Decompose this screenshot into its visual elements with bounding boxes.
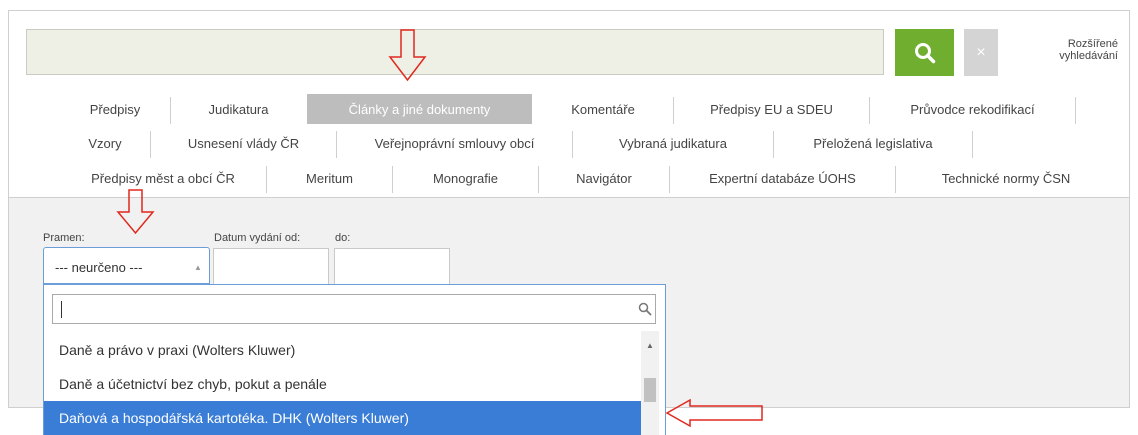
- tab-pruvodce-rekodifikaci[interactable]: Průvodce rekodifikací: [870, 94, 1075, 124]
- tab-row-2: Vzory Usnesení vlády ČR Veřejnoprávní sm…: [0, 128, 1138, 158]
- clear-button[interactable]: ×: [964, 29, 998, 76]
- tab-meritum[interactable]: Meritum: [267, 163, 392, 193]
- date-to-field[interactable]: [334, 248, 450, 289]
- dropdown-option[interactable]: Daně a právo v praxi (Wolters Kluwer): [44, 333, 641, 367]
- date-from-field[interactable]: [213, 248, 329, 289]
- tab-judikatura[interactable]: Judikatura: [171, 94, 306, 124]
- tab-predpisy[interactable]: Předpisy: [60, 94, 170, 124]
- tab-komentare[interactable]: Komentáře: [533, 94, 673, 124]
- scroll-up-icon[interactable]: ▲: [646, 341, 654, 350]
- tab-clanky-a-jine-dokumenty[interactable]: Články a jiné dokumenty: [307, 94, 532, 124]
- tab-separator: [1075, 97, 1076, 124]
- dropdown-option[interactable]: Daně a účetnictví bez chyb, pokut a pená…: [44, 367, 641, 401]
- caret-up-icon: ▲: [194, 263, 202, 272]
- source-dropdown: Daně a právo v praxi (Wolters Kluwer) Da…: [43, 284, 666, 435]
- text-cursor: [61, 301, 62, 318]
- search-input[interactable]: [26, 29, 884, 75]
- tab-predpisy-mest-a-obci-cr[interactable]: Předpisy měst a obcí ČR: [60, 163, 266, 193]
- tab-navigator[interactable]: Navigátor: [539, 163, 669, 193]
- date-to-label: do:: [335, 232, 351, 244]
- tab-usneseni-vlady-cr[interactable]: Usnesení vlády ČR: [151, 128, 336, 158]
- tab-row-1: Předpisy Judikatura Články a jiné dokume…: [0, 94, 1138, 124]
- search-icon: [914, 42, 935, 63]
- tab-row-3: Předpisy měst a obcí ČR Meritum Monograf…: [0, 163, 1138, 193]
- dropdown-option-highlighted[interactable]: Daňová a hospodářská kartotéka. DHK (Wol…: [44, 401, 641, 435]
- source-select-value: --- neurčeno ---: [55, 260, 143, 275]
- search-icon: [638, 302, 652, 316]
- source-select[interactable]: --- neurčeno --- ▲: [43, 247, 210, 284]
- scrollbar-thumb[interactable]: [644, 378, 656, 402]
- tab-technicke-normy-csn[interactable]: Technické normy ČSN: [896, 163, 1116, 193]
- tab-verejnopravni-smlouvy-obci[interactable]: Veřejnoprávní smlouvy obcí: [337, 128, 572, 158]
- tab-monografie[interactable]: Monografie: [393, 163, 538, 193]
- tab-vybrana-judikatura[interactable]: Vybraná judikatura: [573, 128, 773, 158]
- advanced-search-link[interactable]: Rozšířené vyhledávání: [1008, 38, 1118, 62]
- tab-separator: [972, 131, 973, 158]
- search-button[interactable]: [895, 29, 954, 76]
- tab-prelozena-legislativa[interactable]: Přeložená legislativa: [774, 128, 972, 158]
- dropdown-search-input[interactable]: [52, 294, 656, 324]
- tab-expertni-databaze-uohs[interactable]: Expertní databáze ÚOHS: [670, 163, 895, 193]
- tab-vzory[interactable]: Vzory: [60, 128, 150, 158]
- date-from-label: Datum vydání od:: [214, 232, 301, 244]
- source-label: Pramen:: [43, 232, 85, 244]
- tab-predpisy-eu-a-sdeu[interactable]: Předpisy EU a SDEU: [674, 94, 869, 124]
- dropdown-scrollbar[interactable]: ▲: [641, 331, 659, 435]
